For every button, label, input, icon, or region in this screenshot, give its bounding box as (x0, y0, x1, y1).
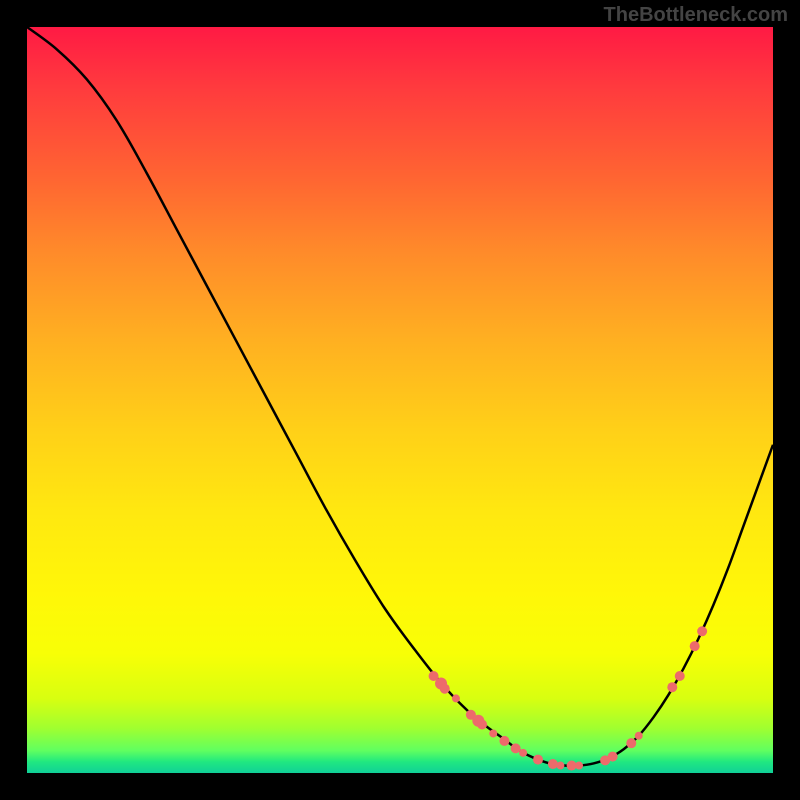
bottleneck-curve (27, 27, 773, 766)
data-marker (511, 743, 521, 753)
plot-area (27, 27, 773, 773)
data-marker (440, 684, 450, 694)
data-marker (697, 626, 707, 636)
data-marker (626, 738, 636, 748)
data-marker (499, 736, 509, 746)
data-marker (519, 749, 527, 757)
data-marker (575, 762, 583, 770)
data-marker (533, 755, 543, 765)
data-marker (489, 729, 497, 737)
data-marker (690, 641, 700, 651)
data-marker (608, 752, 618, 762)
data-marker (635, 732, 643, 740)
data-marker (667, 682, 677, 692)
data-marker (675, 671, 685, 681)
watermark-text: TheBottleneck.com (604, 4, 788, 27)
data-marker (556, 762, 564, 770)
data-marker (548, 759, 558, 769)
data-marker (477, 720, 487, 730)
data-marker (452, 694, 460, 702)
chart-svg (27, 27, 773, 773)
